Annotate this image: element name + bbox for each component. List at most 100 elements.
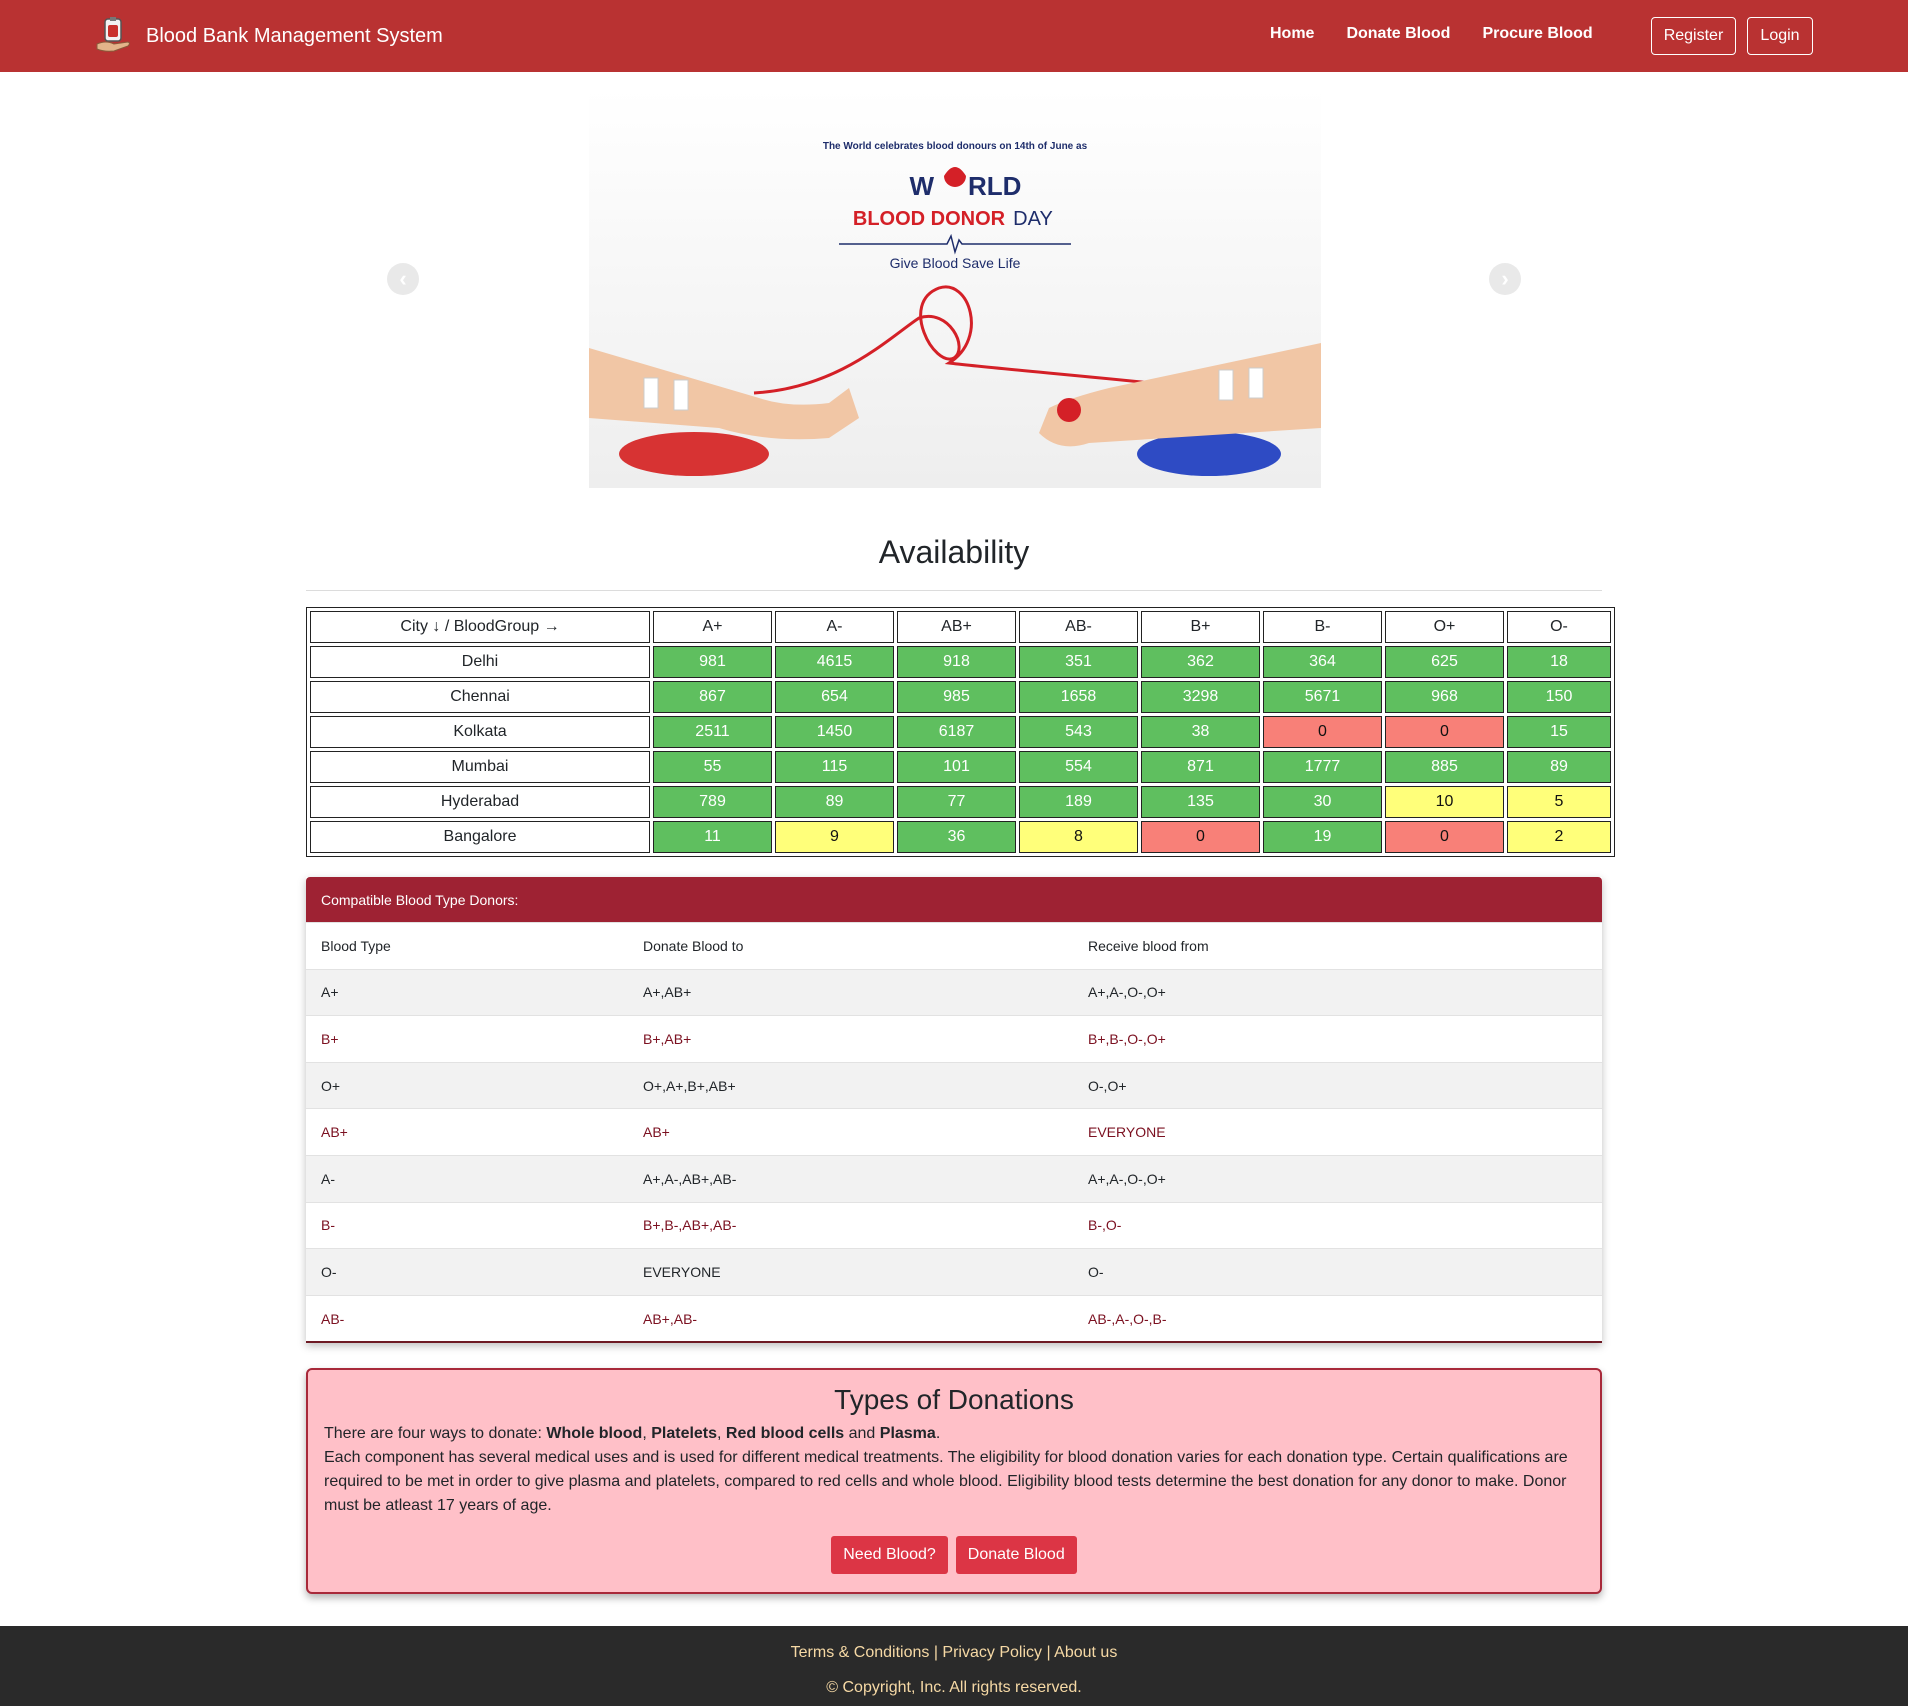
compat-cell: A+,AB+ (643, 984, 692, 1001)
availability-cell: 867 (653, 681, 772, 713)
compatible-donors-title: Compatible Blood Type Donors: (306, 877, 1602, 922)
banner-title-main: BLOOD DONOR (853, 208, 1006, 230)
terms-link[interactable]: Terms & Conditions (791, 1644, 930, 1661)
availability-cell: 2511 (653, 716, 772, 748)
login-button[interactable]: Login (1747, 17, 1813, 55)
types-title: Types of Donations (834, 1384, 1074, 1415)
availability-cell: 77 (897, 786, 1016, 818)
availability-cell: 654 (775, 681, 894, 713)
donate-blood-button[interactable]: Donate Blood (955, 1536, 1077, 1574)
availability-cell: 968 (1385, 681, 1504, 713)
group-header: B+ (1141, 611, 1260, 643)
compat-header: Receive blood from (1088, 937, 1209, 954)
compat-cell: A+ (321, 984, 339, 1001)
availability-row: Delhi 981 4615 918 351 362 364 625 18 (310, 646, 1611, 678)
group-header: AB- (1019, 611, 1138, 643)
availability-row: Bangalore 11 9 36 8 0 19 0 2 (310, 821, 1611, 853)
city-cell: Hyderabad (310, 786, 650, 818)
availability-cell: 1658 (1019, 681, 1138, 713)
world-blood-donor-day-banner: The World celebrates blood donours on 14… (589, 141, 1321, 476)
availability-cell: 1777 (1263, 751, 1382, 783)
nav-procure-blood-link[interactable]: Procure Blood (1482, 25, 1592, 43)
footer-links: Terms & Conditions | Privacy Policy | Ab… (790, 1644, 1118, 1661)
availability-cell: 789 (653, 786, 772, 818)
city-cell: Kolkata (310, 716, 650, 748)
divider (306, 590, 1602, 591)
compat-cell: A- (321, 1170, 335, 1187)
nav-links: Home Donate Blood Procure Blood (1270, 25, 1593, 43)
compatible-donors-card: Compatible Blood Type Donors: Blood Type… (306, 877, 1602, 1344)
compat-cell: AB+ (643, 1124, 670, 1141)
kind-red-blood-cells: Red blood cells (725, 1425, 845, 1442)
about-link[interactable]: About us (1054, 1644, 1117, 1661)
types-buttons: Need Blood? Donate Blood (324, 1536, 1584, 1574)
compat-row: O- EVERYONE O- (306, 1248, 1602, 1295)
availability-cell: 2 (1507, 821, 1611, 853)
types-of-donations-card: Types of Donations There are four ways t… (306, 1368, 1602, 1594)
availability-cell: 19 (1263, 821, 1382, 853)
compat-cell: B+ (321, 1030, 339, 1047)
brand-name: Blood Bank Management System (146, 24, 443, 47)
group-header: A+ (653, 611, 772, 643)
chevron-right-icon: › (1501, 266, 1509, 291)
compat-row: A+ A+,AB+ A+,A-,O-,O+ (306, 968, 1602, 1016)
compat-cell: B+,AB+ (643, 1030, 692, 1047)
kind-whole-blood: Whole blood (546, 1425, 643, 1442)
compat-cell: AB- (321, 1310, 345, 1327)
compat-cell: A+,A-,AB+,AB- (643, 1170, 737, 1187)
city-cell: Bangalore (310, 821, 650, 853)
availability-cell: 15 (1507, 716, 1611, 748)
brand[interactable]: Blood Bank Management System (94, 16, 443, 56)
compat-row: A- A+,A-,AB+,AB- A+,A-,O-,O+ (306, 1154, 1602, 1202)
availability-cell: 871 (1141, 751, 1260, 783)
compat-cell: B+,B-,O-,O+ (1088, 1030, 1166, 1047)
availability-cell: 9 (775, 821, 894, 853)
availability-row: Kolkata 2511 1450 6187 543 38 0 0 15 (310, 716, 1611, 748)
need-blood-button[interactable]: Need Blood? (831, 1536, 948, 1574)
compat-cell: AB+ (321, 1124, 348, 1141)
availability-cell: 3298 (1141, 681, 1260, 713)
group-header: O- (1507, 611, 1611, 643)
footer: Terms & Conditions | Privacy Policy | Ab… (0, 1626, 1908, 1706)
carousel-slide: The World celebrates blood donours on 14… (589, 88, 1321, 488)
compat-cell: O+ (321, 1077, 341, 1094)
compat-cell: A+,A-,O-,O+ (1088, 1170, 1166, 1187)
availability-cell: 150 (1507, 681, 1611, 713)
availability-row: Hyderabad 789 89 77 189 135 30 10 5 (310, 786, 1611, 818)
group-header: A- (775, 611, 894, 643)
compat-cell: EVERYONE (643, 1263, 721, 1280)
kind-plasma: Plasma (879, 1425, 936, 1442)
banner-tagline: The World celebrates blood donours on 14… (823, 141, 1088, 152)
kind-platelets: Platelets (651, 1425, 718, 1442)
register-button[interactable]: Register (1651, 17, 1736, 55)
availability-cell: 4615 (775, 646, 894, 678)
compat-cell: O- (1088, 1263, 1104, 1280)
corner-header: City ↓ / BloodGroup → (310, 611, 650, 643)
availability-cell: 885 (1385, 751, 1504, 783)
availability-cell: 38 (1141, 716, 1260, 748)
compat-cell: B- (321, 1217, 335, 1234)
availability-cell: 362 (1141, 646, 1260, 678)
availability-cell: 10 (1385, 786, 1504, 818)
availability-cell: 8 (1019, 821, 1138, 853)
types-body: Each component has several medical uses … (324, 1449, 1568, 1514)
availability-cell: 115 (775, 751, 894, 783)
availability-cell: 0 (1385, 716, 1504, 748)
availability-title: Availability (878, 534, 1030, 570)
compat-row: B+ B+,AB+ B+,B-,O-,O+ (306, 1015, 1602, 1062)
availability-cell: 1450 (775, 716, 894, 748)
availability-cell: 6187 (897, 716, 1016, 748)
compat-row: B- B+,B-,AB+,AB- B-,O- (306, 1201, 1602, 1249)
nav-donate-blood-link[interactable]: Donate Blood (1346, 25, 1450, 43)
city-cell: Mumbai (310, 751, 650, 783)
compat-header: Donate Blood to (643, 937, 744, 954)
privacy-link[interactable]: Privacy Policy (942, 1644, 1042, 1661)
availability-cell: 189 (1019, 786, 1138, 818)
copyright: © Copyright, Inc. All rights reserved. (826, 1679, 1082, 1696)
compat-row: AB+ AB+ EVERYONE (306, 1108, 1602, 1155)
blood-bank-logo-icon (96, 17, 130, 52)
nav-home-link[interactable]: Home (1270, 25, 1314, 43)
availability-cell: 135 (1141, 786, 1260, 818)
carousel-next-button[interactable]: › (1489, 263, 1521, 295)
carousel-prev-button[interactable]: ‹ (387, 263, 419, 295)
